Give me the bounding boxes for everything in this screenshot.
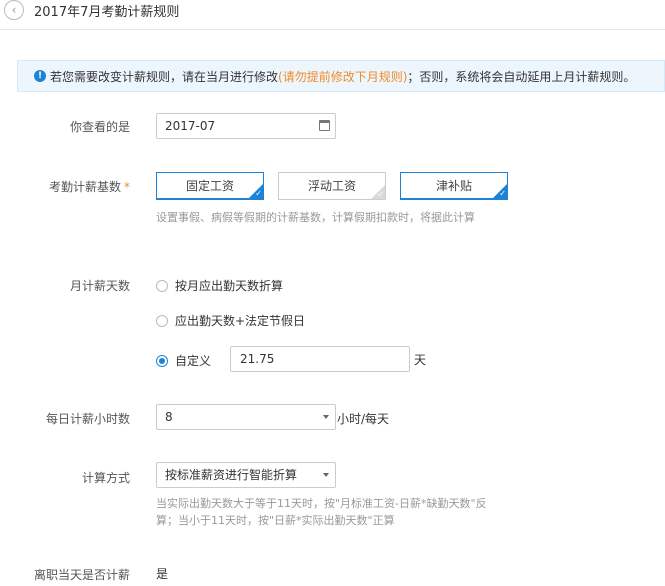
caret-down-icon bbox=[323, 473, 329, 477]
check-icon: ✓ bbox=[255, 189, 262, 198]
check-icon: ✓ bbox=[377, 190, 384, 199]
hours-unit: 小时/每天 bbox=[337, 412, 390, 426]
calc-method-label: 计算方式 bbox=[81, 471, 130, 485]
option-floating-salary-label: 浮动工资 bbox=[307, 179, 356, 193]
month-picker[interactable]: 2017-07 bbox=[156, 113, 336, 139]
month-picker-value: 2017-07 bbox=[165, 119, 216, 133]
info-icon: ! bbox=[34, 70, 46, 82]
daily-hours-select[interactable]: 8 bbox=[156, 404, 336, 430]
salary-base-label-text: 考勤计薪基数 bbox=[48, 180, 121, 194]
notice-warning-text: (请勿提前修改下月规则) bbox=[278, 69, 408, 84]
radio-button[interactable] bbox=[156, 279, 168, 292]
calc-method-hint-line1: 当实际出勤天数大于等于11天时，按"月标准工资-日薪*缺勤天数"反 bbox=[156, 497, 487, 510]
daily-hours-value: 8 bbox=[165, 410, 173, 424]
monthly-days-label: 月计薪天数 bbox=[69, 279, 130, 293]
option-floating-salary[interactable]: 浮动工资 ✓ bbox=[278, 172, 386, 200]
custom-days-input[interactable]: 21.75 bbox=[230, 346, 410, 372]
radio-button[interactable] bbox=[156, 314, 168, 327]
leave-day-label: 离职当天是否计薪 bbox=[33, 568, 130, 582]
notice-banner: ! 若您需要改变计薪规则，请在当月进行修改 (请勿提前修改下月规则) ；否则，系… bbox=[17, 60, 665, 92]
salary-base-label: 考勤计薪基数 * bbox=[49, 178, 130, 195]
radio-option-custom[interactable]: 自定义 bbox=[156, 352, 211, 369]
caret-down-icon bbox=[323, 415, 329, 419]
calc-method-hint-line2: 算；当小于11天时，按"日薪*实际出勤天数"正算 bbox=[156, 514, 395, 527]
back-button[interactable]: ‹ bbox=[4, 0, 24, 20]
salary-base-hint: 设置事假、病假等假期的计薪基数，计算假期扣款时，将据此计算 bbox=[156, 211, 475, 224]
radio-label: 应出勤天数+法定节假日 bbox=[175, 314, 306, 328]
radio-option-attendance-plus-holidays[interactable]: 应出勤天数+法定节假日 bbox=[156, 312, 305, 329]
page-title: 2017年7月考勤计薪规则 bbox=[34, 5, 180, 20]
option-allowance-label: 津补贴 bbox=[435, 179, 472, 193]
notice-text-after: ；否则，系统将会自动延用上月计薪规则。 bbox=[407, 69, 636, 84]
calc-method-value: 按标准薪资进行智能折算 bbox=[165, 468, 298, 482]
leave-day-value: 是 bbox=[156, 567, 169, 581]
radio-option-monthly-attendance[interactable]: 按月应出勤天数折算 bbox=[156, 277, 283, 294]
option-fixed-salary-label: 固定工资 bbox=[185, 179, 234, 193]
required-mark: * bbox=[124, 180, 130, 194]
daily-hours-label: 每日计薪小时数 bbox=[45, 412, 130, 426]
calendar-icon[interactable] bbox=[319, 120, 330, 131]
option-allowance[interactable]: 津补贴 ✓ bbox=[400, 172, 508, 200]
chevron-left-icon: ‹ bbox=[11, 3, 17, 17]
radio-label: 按月应出勤天数折算 bbox=[175, 279, 284, 293]
check-icon: ✓ bbox=[499, 189, 506, 198]
option-fixed-salary[interactable]: 固定工资 ✓ bbox=[156, 172, 264, 200]
view-month-label: 你查看的是 bbox=[69, 120, 130, 134]
radio-label: 自定义 bbox=[175, 354, 212, 368]
days-unit: 天 bbox=[414, 353, 427, 367]
notice-text: 若您需要改变计薪规则，请在当月进行修改 bbox=[50, 69, 279, 84]
page-header: ‹ 2017年7月考勤计薪规则 bbox=[0, 0, 665, 30]
calc-method-select[interactable]: 按标准薪资进行智能折算 bbox=[156, 462, 336, 488]
radio-button-checked[interactable] bbox=[156, 354, 168, 367]
